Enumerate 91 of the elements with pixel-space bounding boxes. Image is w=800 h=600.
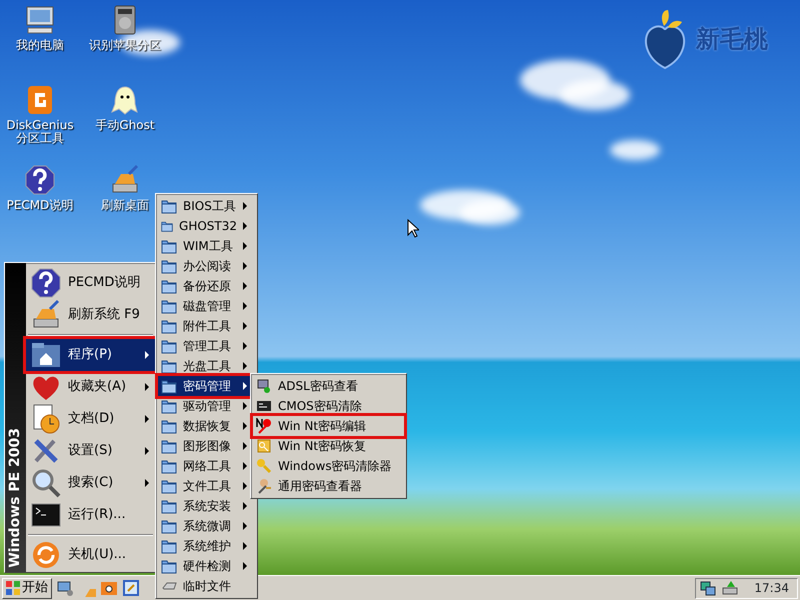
folder-icon — [161, 378, 177, 394]
folder-search-icon[interactable] — [100, 579, 118, 597]
help-icon[interactable] — [24, 164, 56, 196]
submenu-arrow-icon — [243, 242, 247, 250]
settings-icon[interactable] — [122, 579, 140, 597]
menu-item[interactable]: ADSL密码查看 — [253, 376, 404, 396]
folder-icon — [161, 518, 177, 534]
menu-item[interactable]: 程序(P) — [26, 339, 155, 371]
folder-icon — [161, 418, 177, 434]
icon-label[interactable]: 识别苹果分区 — [89, 39, 161, 52]
folder-icon — [161, 198, 177, 214]
pin-key-icon — [256, 418, 272, 434]
submenu-arrow-icon — [243, 282, 247, 290]
submenu-arrow-icon — [145, 383, 149, 391]
folder-icon — [161, 558, 177, 574]
submenu-arrow-icon — [243, 362, 247, 370]
submenu-arrow-icon — [243, 422, 247, 430]
submenu-arrow-icon — [243, 322, 247, 330]
menu-item[interactable]: 系统安装 — [158, 496, 255, 516]
submenu-arrow-icon — [243, 302, 247, 310]
menu-item[interactable]: 搜索(C) — [26, 467, 155, 499]
person-key-icon — [256, 478, 272, 494]
folder-icon — [161, 238, 177, 254]
submenu-arrow-icon — [243, 562, 247, 570]
clock-text: 17:34 — [754, 580, 789, 597]
folder-icon — [161, 498, 177, 514]
submenu-arrow-icon — [243, 522, 247, 530]
menu-item[interactable]: 硬件检测 — [158, 556, 255, 576]
folder-icon — [161, 478, 177, 494]
menu-item[interactable]: 系统微调 — [158, 516, 255, 536]
logo-text: 新毛桃 — [696, 24, 768, 55]
folder-icon — [161, 278, 177, 294]
menu-item[interactable]: 通用密码查看器 — [253, 476, 404, 496]
submenu-arrow-icon — [243, 342, 247, 350]
submenu-arrow-icon — [145, 479, 149, 487]
menu-item[interactable]: 收藏夹(A) — [26, 371, 155, 403]
icon-label[interactable]: 我的电脑 — [16, 39, 64, 52]
computer-network-icon — [256, 378, 272, 394]
menu-item[interactable]: BIOS工具 — [158, 196, 255, 216]
menu-item[interactable]: GHOST32 — [158, 216, 255, 236]
folder-icon — [161, 318, 177, 334]
menu-item[interactable]: WIM工具 — [158, 236, 255, 256]
magnifier-icon — [30, 467, 62, 499]
menu-item[interactable]: CMOS密码清除 — [253, 396, 404, 416]
submenu-arrow-icon — [145, 415, 149, 423]
folder-icon — [161, 258, 177, 274]
submenu-arrow-icon — [243, 542, 247, 550]
menu-item[interactable]: 刷新系统 F9 — [26, 299, 155, 331]
mouse-pointer-icon — [407, 219, 419, 238]
drive-arrow-icon[interactable] — [722, 580, 738, 596]
menu-item[interactable]: Win Nt密码恢复 — [253, 436, 404, 456]
computer-icon[interactable] — [24, 4, 56, 36]
menu-item[interactable]: 系统维护 — [158, 536, 255, 556]
menu-item[interactable]: 设置(S) — [26, 435, 155, 467]
menu-item[interactable]: Win Nt密码编辑 — [253, 416, 404, 436]
network-icon[interactable] — [700, 580, 716, 596]
key-icon — [256, 458, 272, 474]
folder-icon — [161, 538, 177, 554]
menu-item[interactable]: 管理工具 — [158, 336, 255, 356]
start-button[interactable]: 开始 — [2, 578, 52, 598]
computer-network-icon[interactable] — [56, 579, 74, 597]
menu-item[interactable]: 附件工具 — [158, 316, 255, 336]
key-card-icon — [256, 438, 272, 454]
menu-item[interactable]: 办公阅读 — [158, 256, 255, 276]
folder-icon — [161, 438, 177, 454]
menu-item[interactable]: PECMD说明 — [26, 267, 155, 299]
help-icon — [30, 267, 62, 299]
submenu-arrow-icon — [243, 222, 247, 230]
menu-item[interactable]: 运行(R)... — [26, 499, 155, 531]
submenu-arrow-icon — [243, 262, 247, 270]
folder-icon — [161, 338, 177, 354]
menu-item[interactable]: 磁盘管理 — [158, 296, 255, 316]
submenu-arrow-icon — [145, 351, 149, 359]
folder-icon — [161, 458, 177, 474]
submenu-arrow-icon — [145, 447, 149, 455]
submenu-arrow-icon — [243, 202, 247, 210]
menu-item[interactable]: Windows密码清除器 — [253, 456, 404, 476]
icon-label[interactable]: 手动Ghost — [95, 119, 155, 132]
banner-text: Windows PE 2003 — [6, 427, 24, 570]
menu-item[interactable]: 光盘工具 — [158, 356, 255, 376]
folder-icon — [161, 358, 177, 374]
windows-grid-icon — [6, 581, 20, 595]
folder-icon — [161, 398, 177, 414]
menu-item[interactable]: 备份还原 — [158, 276, 255, 296]
menu-item[interactable]: 文档(D) — [26, 403, 155, 435]
folder-icon — [161, 298, 177, 314]
icon-label[interactable]: DiskGenius分区工具 — [1, 119, 79, 145]
submenu-arrow-icon — [243, 502, 247, 510]
menu-item[interactable]: 临时文件 — [158, 576, 255, 596]
console-icon — [256, 398, 272, 414]
menu-item[interactable]: 关机(U)... — [26, 539, 155, 571]
